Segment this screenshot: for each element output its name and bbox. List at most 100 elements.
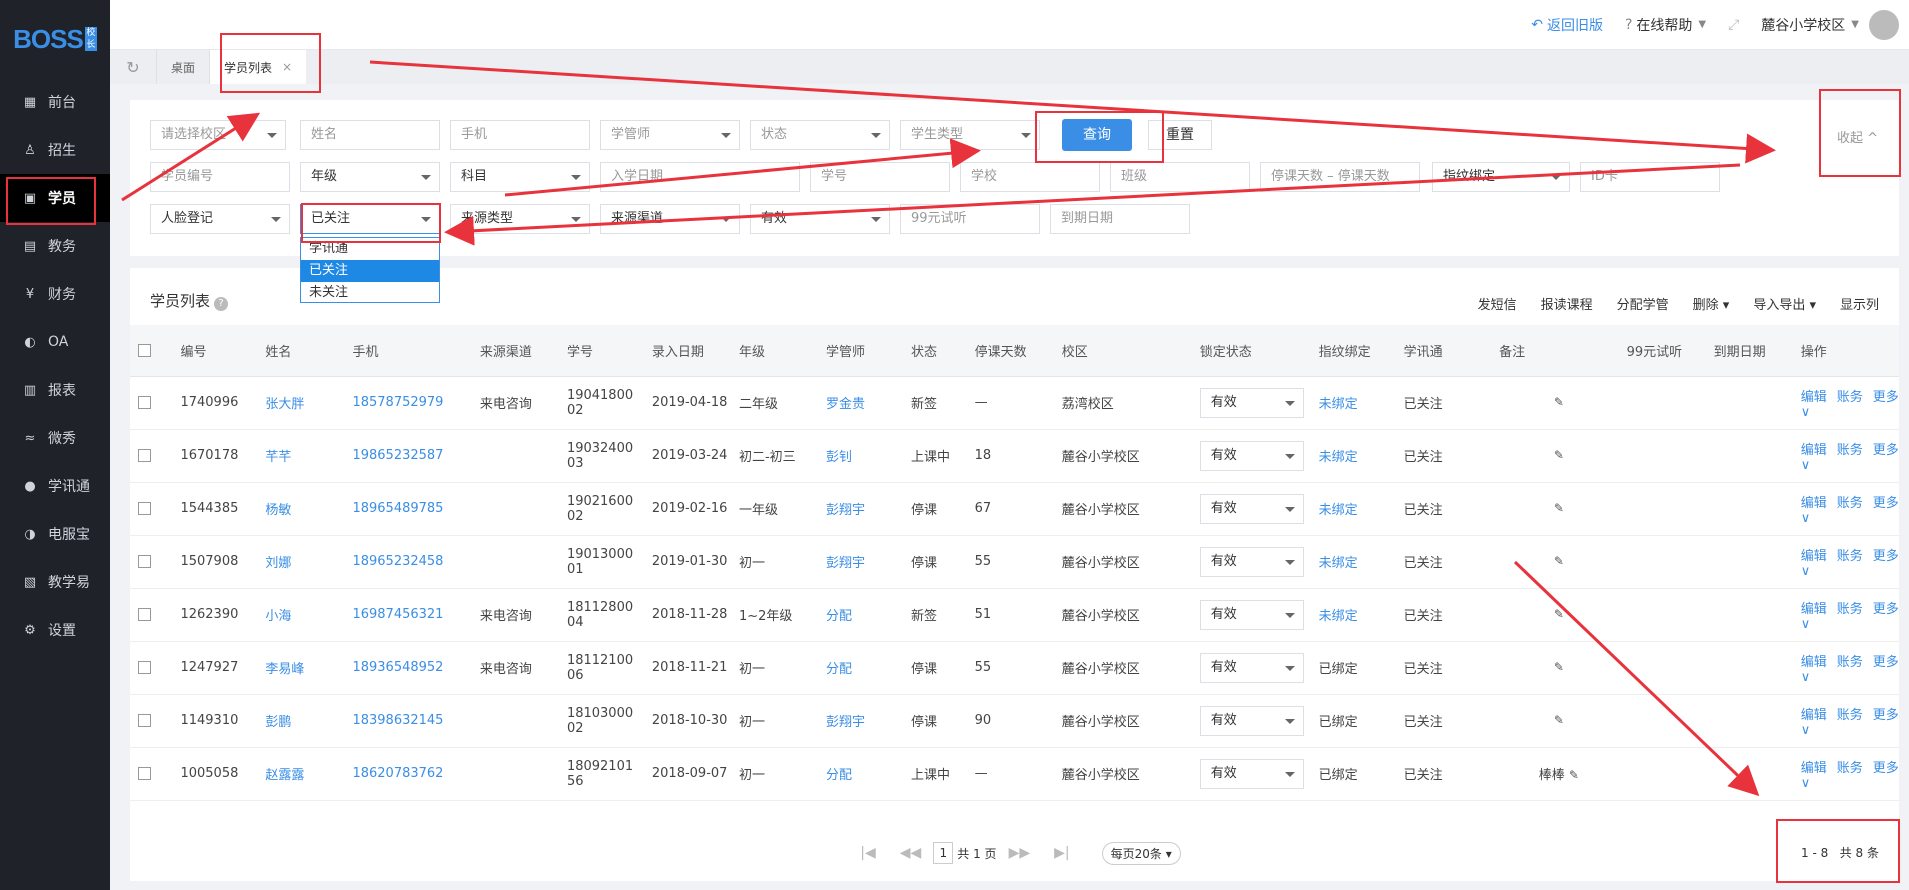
billing-link[interactable]: 账务 bbox=[1837, 602, 1863, 617]
import-export-button[interactable]: 导入导出 ▾ bbox=[1753, 294, 1816, 313]
campus-select[interactable]: 请选择校区 bbox=[150, 120, 286, 150]
edit-link[interactable]: 编辑 bbox=[1801, 655, 1827, 670]
edit-note-icon[interactable]: ✎ bbox=[1569, 768, 1579, 782]
query-button[interactable]: 查询 bbox=[1062, 119, 1132, 151]
row-checkbox[interactable] bbox=[138, 555, 151, 568]
student-name-link[interactable]: 刘娜 bbox=[265, 556, 291, 571]
edit-link[interactable]: 编辑 bbox=[1801, 708, 1827, 723]
billing-link[interactable]: 账务 bbox=[1837, 496, 1863, 511]
fullscreen-icon[interactable]: ⤢ bbox=[1728, 17, 1739, 33]
row-checkbox[interactable] bbox=[138, 661, 151, 674]
fingerprint-status[interactable]: 未绑定 bbox=[1319, 503, 1358, 518]
source-channel-select[interactable]: 来源渠道 bbox=[600, 204, 740, 234]
fingerprint-status[interactable]: 未绑定 bbox=[1319, 556, 1358, 571]
manager-link[interactable]: 分配 bbox=[826, 662, 852, 677]
sidebar-item-10[interactable]: ▧ 教学易 bbox=[0, 558, 110, 606]
class-input[interactable]: 班级 bbox=[1110, 162, 1250, 192]
enroll-date-input[interactable]: 入学日期 bbox=[600, 162, 800, 192]
edit-note-icon[interactable]: ✎ bbox=[1554, 554, 1564, 568]
back-old-version-link[interactable]: ↶ 返回旧版 bbox=[1531, 15, 1603, 35]
edit-note-icon[interactable]: ✎ bbox=[1554, 448, 1564, 462]
assign-manager-button[interactable]: 分配学管 bbox=[1617, 294, 1669, 313]
send-sms-button[interactable]: 发短信 bbox=[1478, 294, 1517, 313]
sidebar-item-5[interactable]: ◐ OA bbox=[0, 318, 110, 366]
phone-link[interactable]: 18398632145 bbox=[352, 713, 443, 728]
manager-link[interactable]: 分配 bbox=[826, 609, 852, 624]
edit-link[interactable]: 编辑 bbox=[1801, 443, 1827, 458]
delete-button[interactable]: 删除 ▾ bbox=[1693, 294, 1730, 313]
edit-link[interactable]: 编辑 bbox=[1801, 390, 1827, 405]
last-page-icon[interactable]: ▶| bbox=[1054, 845, 1069, 861]
avatar[interactable] bbox=[1869, 9, 1899, 40]
row-checkbox[interactable] bbox=[138, 608, 151, 621]
student-name-link[interactable]: 赵露露 bbox=[265, 768, 304, 783]
valid-select[interactable]: 有效 bbox=[750, 204, 890, 234]
tab-student-list[interactable]: 学员列表 × bbox=[209, 50, 307, 84]
phone-link[interactable]: 18965489785 bbox=[352, 501, 443, 516]
grade-select[interactable]: 年级 bbox=[300, 162, 440, 192]
reset-button[interactable]: 重置 bbox=[1148, 120, 1212, 150]
lock-status-select[interactable]: 有效 bbox=[1199, 546, 1304, 577]
status-select[interactable]: 状态 bbox=[750, 120, 890, 150]
pause-days-range[interactable]: 停课天数 – 停课天数 bbox=[1260, 162, 1420, 192]
billing-link[interactable]: 账务 bbox=[1837, 443, 1863, 458]
lock-status-select[interactable]: 有效 bbox=[1199, 652, 1304, 683]
edit-note-icon[interactable]: ✎ bbox=[1554, 501, 1564, 515]
page-size-select[interactable]: 每页20条 ▾ bbox=[1101, 841, 1181, 865]
tab-desktop[interactable]: 桌面 bbox=[156, 50, 209, 84]
student-name-link[interactable]: 小海 bbox=[265, 609, 291, 624]
manager-link[interactable]: 罗金贵 bbox=[826, 397, 865, 412]
manager-link[interactable]: 彭钊 bbox=[826, 450, 852, 465]
lock-status-select[interactable]: 有效 bbox=[1199, 387, 1304, 418]
sidebar-item-8[interactable]: ● 学讯通 bbox=[0, 462, 110, 510]
sidebar-item-6[interactable]: ▥ 报表 bbox=[0, 366, 110, 414]
row-checkbox[interactable] bbox=[138, 396, 151, 409]
student-name-link[interactable]: 彭鹏 bbox=[265, 715, 291, 730]
student-name-link[interactable]: 芊芊 bbox=[265, 450, 291, 465]
sidebar-item-9[interactable]: ◑ 电服宝 bbox=[0, 510, 110, 558]
row-checkbox[interactable] bbox=[138, 714, 151, 727]
close-icon[interactable]: × bbox=[282, 60, 292, 74]
phone-input[interactable]: 手机 bbox=[450, 120, 590, 150]
manager-link[interactable]: 彭翔宇 bbox=[826, 715, 865, 730]
manager-link[interactable]: 分配 bbox=[826, 768, 852, 783]
school-input[interactable]: 学校 bbox=[960, 162, 1100, 192]
trial-input[interactable]: 99元试听 bbox=[900, 204, 1040, 234]
name-input[interactable]: 姓名 bbox=[300, 120, 440, 150]
campus-switcher[interactable]: 麓谷小学校区 ▼ bbox=[1761, 9, 1899, 40]
manager-select[interactable]: 学管师 bbox=[600, 120, 740, 150]
next-page-icon[interactable]: ▶▶ bbox=[1009, 845, 1031, 861]
phone-link[interactable]: 18620783762 bbox=[352, 766, 443, 781]
sidebar-item-0[interactable]: ▦ 前台 bbox=[0, 78, 110, 126]
id-card-input[interactable]: ID卡 bbox=[1580, 162, 1720, 192]
page-input[interactable]: 1 bbox=[933, 842, 954, 864]
prev-page-icon[interactable]: ◀◀ bbox=[900, 845, 922, 861]
lock-status-select[interactable]: 有效 bbox=[1199, 493, 1304, 524]
edit-link[interactable]: 编辑 bbox=[1801, 549, 1827, 564]
edit-note-icon[interactable]: ✎ bbox=[1554, 607, 1564, 621]
refresh-icon[interactable]: ↻ bbox=[110, 58, 156, 77]
row-checkbox[interactable] bbox=[138, 502, 151, 515]
billing-link[interactable]: 账务 bbox=[1837, 390, 1863, 405]
sidebar-item-11[interactable]: ⚙ 设置 bbox=[0, 606, 110, 654]
dropdown-option-selected[interactable]: 已关注 bbox=[301, 260, 439, 282]
edit-note-icon[interactable]: ✎ bbox=[1554, 660, 1564, 674]
first-page-icon[interactable]: |◀ bbox=[860, 845, 875, 861]
student-name-link[interactable]: 杨敏 bbox=[265, 503, 291, 518]
edit-note-icon[interactable]: ✎ bbox=[1554, 395, 1564, 409]
edit-note-icon[interactable]: ✎ bbox=[1554, 713, 1564, 727]
sidebar-item-7[interactable]: ≈ 微秀 bbox=[0, 414, 110, 462]
lock-status-select[interactable]: 有效 bbox=[1199, 705, 1304, 736]
show-columns-button[interactable]: 显示列 bbox=[1840, 294, 1879, 313]
fingerprint-status[interactable]: 未绑定 bbox=[1319, 609, 1358, 624]
billing-link[interactable]: 账务 bbox=[1837, 549, 1863, 564]
student-type-select[interactable]: 学生类型 bbox=[900, 120, 1040, 150]
help-icon[interactable]: ? bbox=[214, 297, 229, 311]
fingerprint-status[interactable]: 未绑定 bbox=[1319, 397, 1358, 412]
phone-link[interactable]: 18578752979 bbox=[352, 395, 443, 410]
phone-link[interactable]: 19865232587 bbox=[352, 448, 443, 463]
dropdown-option[interactable]: 未关注 bbox=[301, 282, 439, 304]
sidebar-item-3[interactable]: ▤ 教务 bbox=[0, 222, 110, 270]
student-id-input[interactable]: 学号 bbox=[810, 162, 950, 192]
source-type-select[interactable]: 来源类型 bbox=[450, 204, 590, 234]
